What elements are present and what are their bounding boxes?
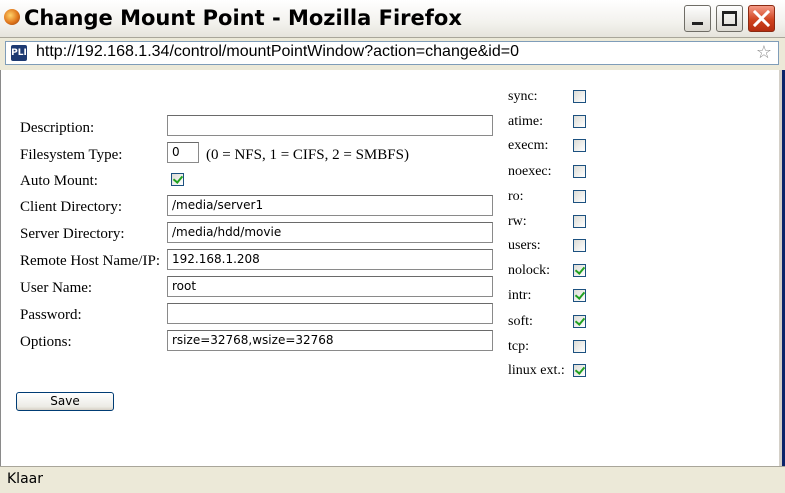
mount-option-label: atime: — [508, 114, 543, 129]
address-bar: PLI http://192.168.1.34/control/mountPoi… — [0, 38, 785, 70]
nolock-checkbox[interactable] — [573, 264, 586, 277]
page-content: Description: Filesystem Type: 0 (0 = NFS… — [0, 70, 782, 466]
mount-option-label: rw: — [508, 214, 527, 229]
bookmark-star-icon[interactable]: ☆ — [756, 42, 772, 64]
title-bar: Change Mount Point - Mozilla Firefox — [0, 0, 785, 38]
filesystem-type-label: Filesystem Type: — [20, 147, 123, 163]
filesystem-type-hint: (0 = NFS, 1 = CIFS, 2 = SMBFS) — [206, 147, 409, 163]
server-directory-label: Server Directory: — [20, 226, 125, 242]
site-icon: PLI — [11, 45, 27, 61]
filesystem-type-input[interactable]: 0 — [167, 142, 199, 163]
minimize-icon — [692, 22, 703, 25]
mount-option-label: execm: — [508, 138, 549, 153]
user-name-label: User Name: — [20, 280, 93, 296]
sync-checkbox[interactable] — [573, 90, 586, 103]
maximize-button[interactable] — [716, 5, 743, 32]
url-field[interactable]: PLI http://192.168.1.34/control/mountPoi… — [5, 41, 779, 65]
description-input[interactable] — [167, 115, 493, 136]
mount-option-label: intr: — [508, 288, 532, 303]
soft-checkbox[interactable] — [573, 315, 586, 328]
window-title: Change Mount Point - Mozilla Firefox — [24, 6, 462, 30]
ro-checkbox[interactable] — [573, 190, 586, 203]
mount-option-label: ro: — [508, 189, 524, 204]
intr-checkbox[interactable] — [573, 289, 586, 302]
auto-mount-label: Auto Mount: — [20, 173, 98, 189]
mount-option-label: noexec: — [508, 164, 552, 179]
close-icon — [752, 9, 771, 28]
atime-checkbox[interactable] — [573, 115, 586, 128]
minimize-button[interactable] — [684, 5, 711, 32]
password-input[interactable] — [167, 303, 493, 324]
noexec-checkbox[interactable] — [573, 165, 586, 178]
status-text: Klaar — [7, 471, 43, 487]
linux-ext-checkbox[interactable] — [573, 364, 586, 377]
mount-option-label: sync: — [508, 89, 538, 104]
close-button[interactable] — [748, 5, 775, 32]
users-checkbox[interactable] — [573, 239, 586, 252]
rw-checkbox[interactable] — [573, 215, 586, 228]
tcp-checkbox[interactable] — [573, 340, 586, 353]
server-directory-input[interactable]: /media/hdd/movie — [167, 222, 493, 243]
execm-checkbox[interactable] — [573, 139, 586, 152]
save-button[interactable]: Save — [16, 392, 114, 411]
maximize-icon — [722, 11, 737, 26]
mount-option-label: nolock: — [508, 263, 550, 278]
options-input[interactable]: rsize=32768,wsize=32768 — [167, 330, 493, 351]
mount-option-label: tcp: — [508, 339, 529, 354]
remote-host-label: Remote Host Name/IP: — [20, 253, 160, 269]
status-bar: Klaar — [0, 466, 785, 493]
options-label: Options: — [20, 334, 72, 350]
url-text: http://192.168.1.34/control/mountPointWi… — [36, 43, 519, 60]
mount-option-label: soft: — [508, 314, 533, 329]
remote-host-input[interactable]: 192.168.1.208 — [167, 249, 493, 270]
mount-option-label: linux ext.: — [508, 363, 565, 378]
firefox-icon — [4, 9, 20, 25]
auto-mount-checkbox[interactable] — [171, 173, 184, 186]
client-directory-input[interactable]: /media/server1 — [167, 195, 493, 216]
password-label: Password: — [20, 307, 82, 323]
user-name-input[interactable]: root — [167, 276, 493, 297]
description-label: Description: — [20, 120, 95, 136]
client-directory-label: Client Directory: — [20, 199, 123, 215]
mount-option-label: users: — [508, 238, 541, 253]
